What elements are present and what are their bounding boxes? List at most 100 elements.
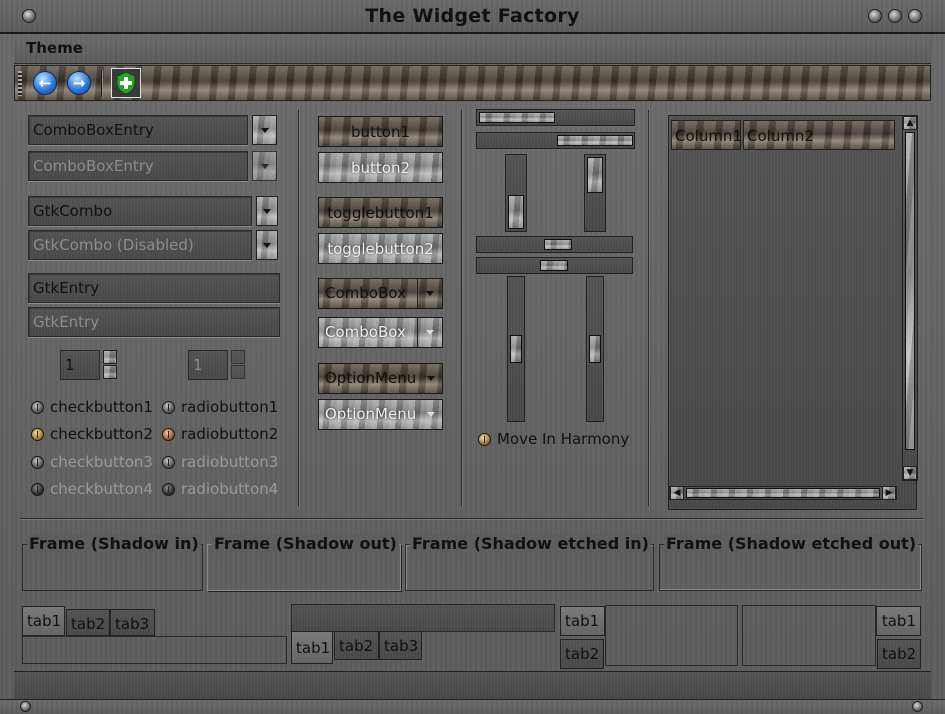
- window-title: The Widget Factory: [365, 5, 580, 27]
- notebook-bottom-tab-2[interactable]: tab2: [334, 631, 379, 660]
- notebook-right-tab-2[interactable]: tab2: [877, 639, 921, 669]
- column-separator: [461, 110, 463, 506]
- notebook-bottom-tab-1[interactable]: tab1: [291, 631, 333, 664]
- maximize-icon[interactable]: [888, 9, 902, 23]
- vertical-scrollbar[interactable]: ▲ ▼: [902, 115, 918, 481]
- radiobutton-label: radiobutton1: [181, 398, 279, 416]
- togglebutton-1[interactable]: togglebutton1: [318, 197, 443, 228]
- optionmenu-1[interactable]: OptionMenu: [318, 363, 443, 394]
- progress-bar-horizontal-1: [476, 109, 635, 126]
- optionmenu-label: OptionMenu: [325, 369, 417, 387]
- title-bar[interactable]: The Widget Factory: [0, 0, 945, 34]
- radiobutton-label: radiobutton4: [181, 480, 279, 498]
- horizontal-scrollbar[interactable]: ◀ ▶: [669, 486, 897, 500]
- spin-up-icon[interactable]: [103, 350, 117, 364]
- resize-grip-icon[interactable]: [912, 701, 923, 712]
- chevron-down-icon: [263, 208, 271, 214]
- resize-grip-icon[interactable]: [20, 701, 31, 712]
- spin-up-icon: [231, 350, 245, 364]
- scroll-down-icon[interactable]: ▼: [903, 466, 917, 480]
- frame-shadow-out: Frame (Shadow out): [207, 534, 401, 591]
- vscale-thumb[interactable]: [589, 335, 601, 363]
- combobox-entry-dropdown[interactable]: [252, 115, 277, 145]
- frame-label: Frame (Shadow in): [27, 534, 201, 553]
- chevron-down-icon: [427, 412, 435, 417]
- notebook-bottom-tab-3[interactable]: tab3: [379, 631, 422, 660]
- notebook-left-tab-1[interactable]: tab1: [560, 606, 605, 636]
- back-button[interactable]: ←: [31, 69, 59, 97]
- close-icon[interactable]: [908, 9, 922, 23]
- radio-indicator-icon: [162, 400, 175, 414]
- progress-fill: [587, 157, 603, 193]
- hscale-thumb[interactable]: [544, 239, 572, 250]
- spin-button-2-arrows: [231, 350, 245, 380]
- notebook-left-page: [605, 605, 738, 666]
- toolbar: ← →: [14, 65, 931, 101]
- notebook-top-tab-3[interactable]: tab3: [110, 609, 155, 636]
- checkbutton-4: checkbutton4: [31, 480, 153, 498]
- radio-indicator-icon: [162, 482, 175, 496]
- combobox-label: ComboBox: [325, 323, 406, 341]
- vscale-thumb[interactable]: [510, 335, 522, 363]
- checkbutton-label: checkbutton1: [50, 398, 153, 416]
- chevron-down-icon: [260, 127, 269, 133]
- notebook-top-tab-1[interactable]: tab1: [22, 606, 65, 636]
- radiobutton-2[interactable]: radiobutton2: [162, 425, 278, 443]
- scroll-left-icon[interactable]: ◀: [670, 486, 684, 500]
- radiobutton-4: radiobutton4: [162, 480, 278, 498]
- scroll-up-icon[interactable]: ▲: [903, 116, 917, 130]
- menu-theme[interactable]: Theme: [26, 39, 83, 57]
- toolbar-separator: [101, 70, 103, 97]
- frame-shadow-etched-out: Frame (Shadow etched out): [659, 534, 922, 591]
- notebook-right-tab-1[interactable]: tab1: [876, 606, 921, 636]
- gtk-combo[interactable]: GtkCombo: [28, 196, 252, 226]
- scrollbar-thumb[interactable]: [686, 488, 880, 498]
- combobox-entry[interactable]: ComboBoxEntry: [28, 115, 248, 145]
- chevron-down-icon: [417, 279, 442, 308]
- vscale-1[interactable]: [507, 276, 525, 422]
- toolbar-grip[interactable]: [18, 71, 22, 96]
- frame-label: Frame (Shadow etched out): [664, 534, 919, 553]
- vscale-2[interactable]: [586, 276, 604, 422]
- radiobutton-3: radiobutton3: [162, 453, 278, 471]
- gtk-combo-disabled-dropdown: [256, 230, 278, 260]
- combobox-1[interactable]: ComboBox: [318, 278, 443, 309]
- checkbutton-label: checkbutton3: [50, 453, 153, 471]
- tree-view[interactable]: Column1 Column2: [668, 115, 917, 510]
- radiobutton-1[interactable]: radiobutton1: [162, 398, 278, 416]
- hscale-2[interactable]: [476, 257, 633, 274]
- gtk-combo-dropdown[interactable]: [256, 196, 278, 226]
- scroll-right-icon[interactable]: ▶: [882, 486, 896, 500]
- column-separator: [298, 110, 300, 506]
- column-header-2[interactable]: Column2: [743, 120, 895, 150]
- notebook-left-tab-2[interactable]: tab2: [560, 639, 604, 669]
- gtk-entry-disabled: GtkEntry: [28, 307, 280, 337]
- hscale-1[interactable]: [476, 236, 633, 253]
- shield-button[interactable]: [111, 68, 141, 98]
- button-1[interactable]: button1: [318, 116, 443, 147]
- scrollbar-thumb[interactable]: [905, 132, 915, 450]
- move-in-harmony-checkbox[interactable]: Move In Harmony: [478, 430, 629, 448]
- minimize-icon[interactable]: [868, 9, 882, 23]
- notebook-bottom-page: [291, 604, 555, 632]
- column-header-1[interactable]: Column1: [671, 120, 742, 150]
- forward-button[interactable]: →: [65, 69, 93, 97]
- hscale-thumb[interactable]: [540, 260, 568, 271]
- checkbutton-label: checkbutton2: [50, 425, 153, 443]
- check-indicator-icon: [31, 400, 44, 414]
- back-arrow-icon: ←: [33, 71, 57, 95]
- spin-button-1[interactable]: 1: [60, 350, 100, 380]
- spin-button-1-arrows[interactable]: [103, 350, 117, 380]
- content-area: ComboBoxEntry ComboBoxEntry GtkCombo Gtk…: [14, 102, 931, 700]
- frame-label: Frame (Shadow out): [212, 534, 399, 553]
- shield-icon: [116, 71, 136, 95]
- spin-down-icon[interactable]: [103, 365, 117, 379]
- checkbutton-label: checkbutton4: [50, 480, 153, 498]
- checkbutton-1[interactable]: checkbutton1: [31, 398, 153, 416]
- notebook-top-tab-2[interactable]: tab2: [66, 609, 110, 636]
- menu-bar: Theme: [14, 34, 931, 64]
- column-separator: [648, 110, 650, 506]
- gtk-entry[interactable]: GtkEntry: [28, 273, 280, 303]
- checkbutton-2[interactable]: checkbutton2: [31, 425, 153, 443]
- combobox-entry-disabled: ComboBoxEntry: [28, 151, 248, 181]
